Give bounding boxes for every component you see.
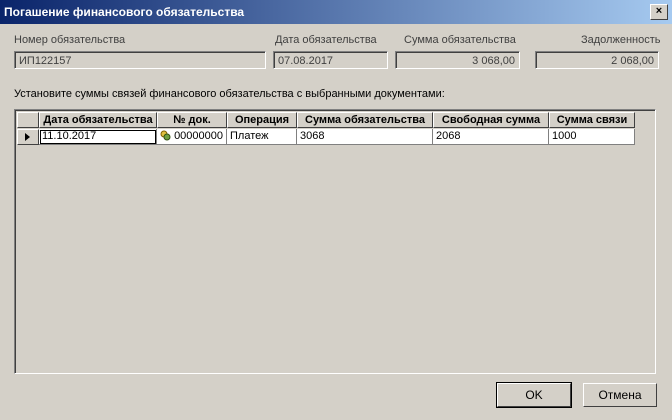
debt-field: 2 068,00 xyxy=(535,51,659,69)
debt-label: Задолженность xyxy=(581,34,661,46)
column-header-link-sum[interactable]: Сумма связи xyxy=(549,112,635,128)
obligation-sum-field: 3 068,00 xyxy=(395,51,520,69)
row-date-cell[interactable]: 11.10.2017 xyxy=(39,129,157,145)
obligation-date-label: Дата обязательства xyxy=(275,34,377,46)
row-obligation-sum-cell[interactable]: 3068 xyxy=(297,129,433,145)
column-header-operation[interactable]: Операция xyxy=(227,112,297,128)
obligation-date-field: 07.08.2017 xyxy=(273,51,388,69)
row-operation-cell[interactable]: Платеж xyxy=(227,129,297,145)
window-title: Погашение финансового обязательства xyxy=(4,5,245,19)
obligation-number-label: Номер обязательства xyxy=(14,34,126,46)
document-icon xyxy=(160,130,171,141)
close-button[interactable]: × xyxy=(650,4,668,20)
instruction-text: Установите суммы связей финансового обяз… xyxy=(14,88,445,100)
column-header-free-sum[interactable]: Свободная сумма xyxy=(433,112,549,128)
cancel-button[interactable]: Отмена xyxy=(583,383,657,407)
link-table[interactable]: Дата обязательства № док. Операция Сумма… xyxy=(14,109,656,374)
row-doc-number: 00000000 xyxy=(174,130,224,142)
close-icon: × xyxy=(655,5,663,17)
obligation-sum-label: Сумма обязательства xyxy=(404,34,516,46)
row-free-sum-cell[interactable]: 2068 xyxy=(433,129,549,145)
row-doc-cell[interactable]: 00000000 xyxy=(157,129,227,145)
header-indicator xyxy=(17,112,39,128)
row-link-sum-cell[interactable]: 1000 xyxy=(549,129,635,145)
obligation-number-field: ИП122157 xyxy=(14,51,266,69)
row-indicator xyxy=(17,129,39,145)
column-header-date[interactable]: Дата обязательства xyxy=(39,112,157,128)
ok-button[interactable]: OK xyxy=(496,382,572,408)
column-header-obligation-sum[interactable]: Сумма обязательства xyxy=(297,112,433,128)
column-header-doc-number[interactable]: № док. xyxy=(157,112,227,128)
title-bar: Погашение финансового обязательства × xyxy=(0,0,672,24)
current-row-arrow-icon xyxy=(25,133,30,141)
